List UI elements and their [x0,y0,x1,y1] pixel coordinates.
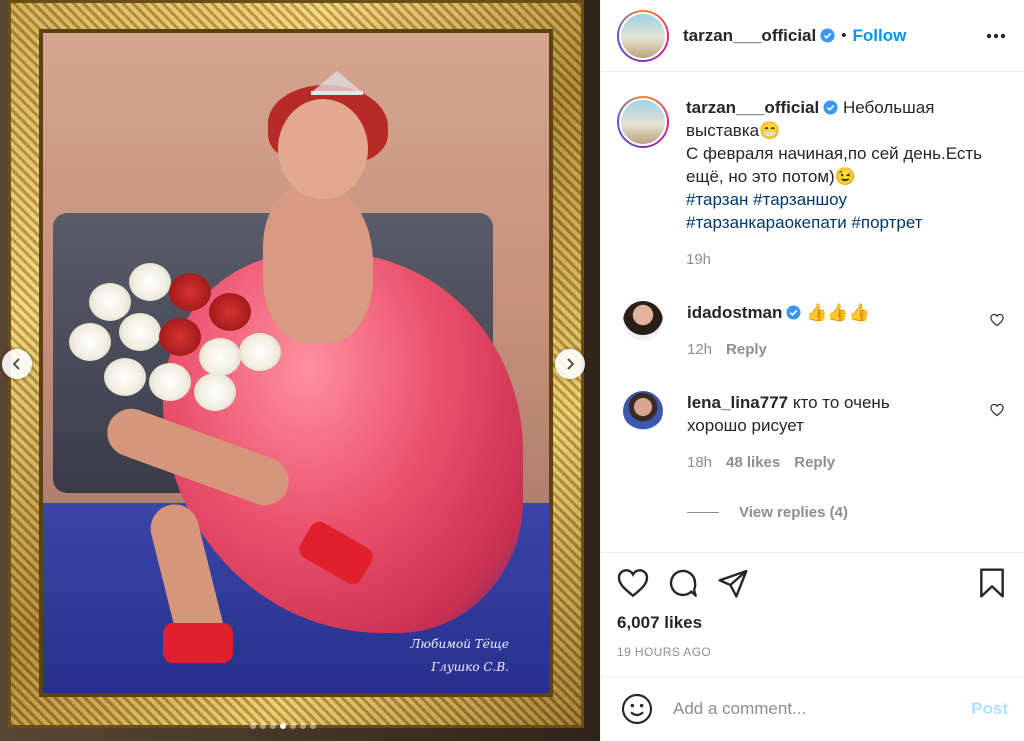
post-header: tarzan___official • Follow [601,0,1024,72]
comment-text: хорошо рисует [687,416,804,435]
comment-likes-count[interactable]: 48 likes [726,451,780,474]
verified-badge-icon [820,28,835,43]
carousel-indicator [250,723,316,729]
add-comment-input[interactable] [673,699,972,719]
caption-author-username[interactable]: tarzan___official [686,98,819,117]
comment-item: idadostman 👍👍👍 12h Reply [617,301,1008,361]
comment-icon[interactable] [667,567,699,599]
more-options-icon [986,33,1006,38]
emoji-icon[interactable] [621,693,653,725]
author-username[interactable]: tarzan___official [683,26,816,46]
carousel-dot [300,723,306,729]
separator: • [841,27,847,44]
post-sidebar: tarzan___official • Follow tarzan___offi… [600,0,1024,741]
more-options-button[interactable] [984,24,1008,48]
carousel-dot [260,723,266,729]
gold-frame: Любимой Тёще Глушко С.В. [8,0,584,728]
comment-like-icon[interactable] [990,403,1004,417]
carousel-dot [270,723,276,729]
view-replies-button[interactable]: View replies (4) [687,504,1008,521]
caption-text: ещё, но это потом)😉 [686,167,856,186]
commenter-username[interactable]: idadostman [687,303,782,322]
instagram-post: Любимой Тёще Глушко С.В. tarzan___offici… [0,0,1024,741]
post-media[interactable]: Любимой Тёще Глушко С.В. [0,0,600,741]
post-actions: 6,007 likes 19 HOURS AGO [601,553,1024,677]
carousel-next-button[interactable] [555,349,585,379]
post-timestamp[interactable]: 19 HOURS AGO [617,645,1008,659]
hashtag-link[interactable]: #тарзанкараокепати [686,213,847,232]
comments-section[interactable]: tarzan___official Небольшая выставка😁 С … [601,72,1024,553]
comment-timestamp[interactable]: 12h [687,338,712,361]
verified-badge-icon [786,305,801,320]
painting: Любимой Тёще Глушко С.В. [39,29,553,697]
commenter-username[interactable]: lena_lina777 [687,393,788,412]
caption-text: С февраля начиная,по сей день.Есть [686,144,983,163]
post-caption: tarzan___official Небольшая выставка😁 С … [617,96,1008,271]
follow-button[interactable]: Follow [853,26,907,46]
commenter-avatar[interactable] [623,301,663,341]
add-comment-bar: Post [601,677,1024,741]
painting-bouquet [49,243,289,413]
verified-badge-icon [823,100,838,115]
caption-text: выставка😁 [686,121,781,140]
hashtag-link[interactable]: #тарзан [686,190,748,209]
heart-icon[interactable] [617,567,649,599]
reply-button[interactable]: Reply [726,338,767,361]
caption-text: Небольшая [842,98,935,117]
painting-crown [311,71,363,95]
caption-author-avatar[interactable] [617,96,669,148]
caption-timestamp[interactable]: 19h [686,248,711,271]
divider [687,512,719,513]
carousel-prev-button[interactable] [2,349,32,379]
carousel-dot [280,723,286,729]
likes-count[interactable]: 6,007 likes [617,613,1008,633]
carousel-dot [310,723,316,729]
hashtag-link[interactable]: #портрет [851,213,922,232]
hashtag-link[interactable]: #тарзаншоу [753,190,847,209]
post-comment-button[interactable]: Post [971,699,1008,719]
chevron-right-icon [567,358,575,370]
author-avatar[interactable] [617,9,669,62]
chevron-left-icon [12,358,20,370]
commenter-avatar[interactable] [623,391,663,431]
comment-like-icon[interactable] [990,313,1004,327]
comment-timestamp[interactable]: 18h [687,451,712,474]
comment-text: 👍👍👍 [806,303,870,322]
comment-text: кто то очень [792,393,890,412]
painting-face [278,99,368,199]
bookmark-icon[interactable] [976,567,1008,599]
carousel-dot [290,723,296,729]
painting-signature: Любимой Тёще Глушко С.В. [410,637,509,675]
reply-button[interactable]: Reply [794,451,835,474]
share-icon[interactable] [717,567,749,599]
view-replies-label: View replies (4) [739,504,848,521]
carousel-dot [250,723,256,729]
painting-red-shoe [163,623,233,663]
comment-item: lena_lina777 кто то очень хорошо рисует … [617,391,1008,474]
